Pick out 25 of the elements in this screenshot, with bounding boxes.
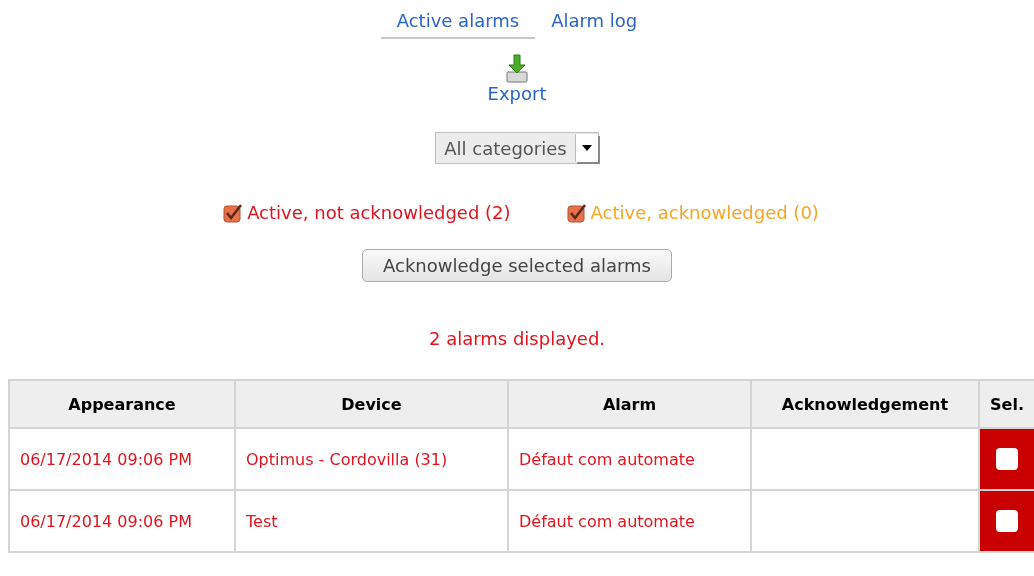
tab[interactable]: Active alarms <box>380 10 536 39</box>
table-cell: 06/17/2014 09:06 PM <box>20 511 192 531</box>
row-checkbox[interactable] <box>996 448 1018 470</box>
column-header: Sel. <box>990 394 1024 414</box>
status-message: 2 alarms displayed. <box>428 328 606 349</box>
column-header: Alarm <box>602 394 657 414</box>
export-link[interactable]: Export <box>487 83 547 104</box>
table-cell: 06/17/2014 09:06 PM <box>20 449 192 469</box>
category-dropdown[interactable]: All categories <box>435 132 599 164</box>
tab[interactable]: Alarm log <box>535 10 654 39</box>
caret-icon <box>581 145 592 151</box>
table-cell: Optimus - Cordovilla (31) <box>246 449 448 469</box>
checkbox[interactable] <box>566 202 587 223</box>
filter-label: Active, not acknowledged (2) <box>247 202 511 223</box>
acknowledge-button[interactable]: Acknowledge selected alarms <box>362 249 672 282</box>
table-cell: Défaut com automate <box>519 511 695 531</box>
column-header: Acknowledgement <box>781 394 949 414</box>
column-header: Device <box>341 394 402 414</box>
table-cell: Défaut com automate <box>519 449 695 469</box>
checkbox[interactable] <box>223 202 244 223</box>
filter-label: Active, acknowledged (0) <box>590 202 819 223</box>
column-header: Appearance <box>68 394 176 414</box>
table-cell: Test <box>246 511 278 531</box>
download-icon[interactable] <box>504 53 530 83</box>
row-checkbox[interactable] <box>996 510 1018 532</box>
